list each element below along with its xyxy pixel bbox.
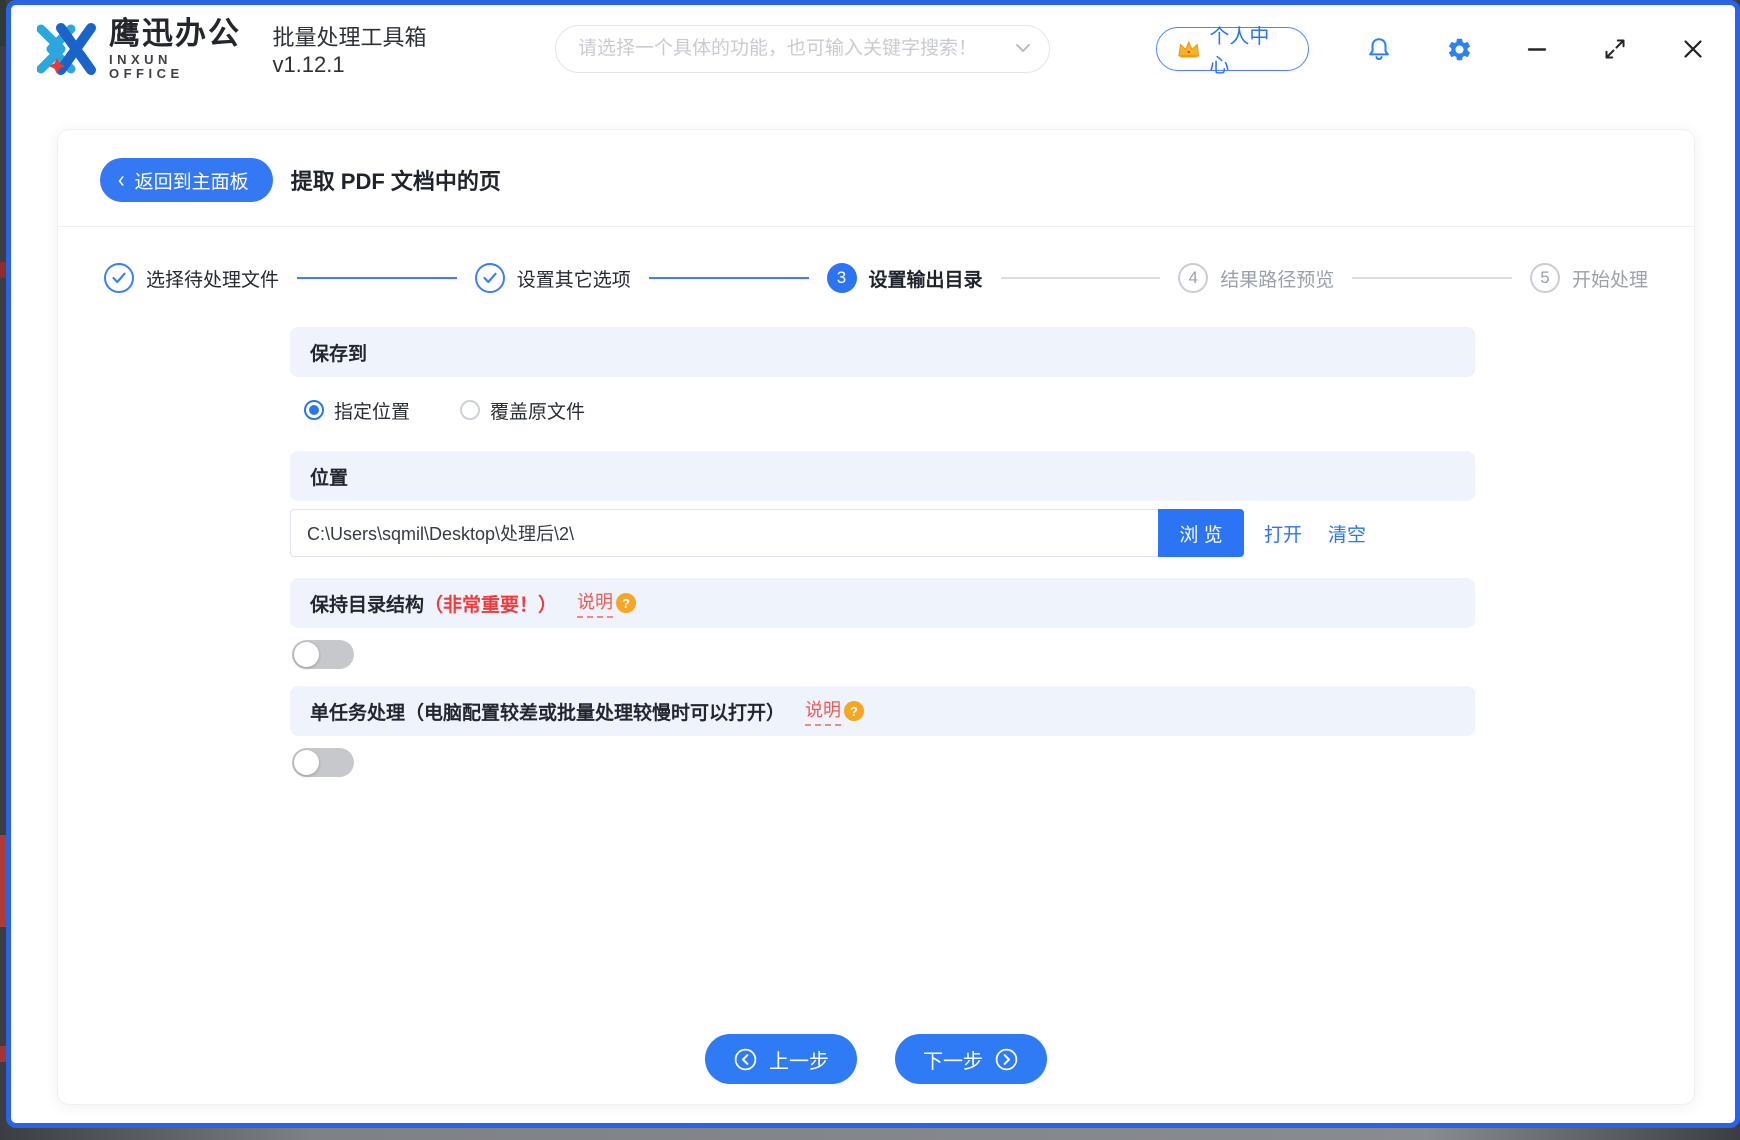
radio-overwrite-original-label: 覆盖原文件 bbox=[490, 401, 586, 423]
circle-arrow-right-icon bbox=[995, 1048, 1018, 1070]
gear-icon bbox=[1448, 38, 1470, 60]
previous-step-button[interactable]: 上一步 bbox=[705, 1034, 857, 1084]
keep-structure-section-header: 保持目录结构 （非常重要！） 说明 ? bbox=[290, 578, 1475, 628]
keep-structure-help[interactable]: 说明 ? bbox=[577, 588, 637, 618]
brand-name-cn: 鹰迅办公 bbox=[109, 15, 241, 51]
next-step-label: 下一步 bbox=[923, 1050, 983, 1073]
location-section-header: 位置 bbox=[290, 451, 1475, 501]
keep-structure-warning: （非常重要！） bbox=[424, 594, 558, 616]
single-task-section-header: 单任务处理（电脑配置较差或批量处理较慢时可以打开） 说明 ? bbox=[290, 686, 1475, 736]
save-to-header-label: 保存到 bbox=[310, 343, 368, 365]
page-title: 提取 PDF 文档中的页 bbox=[290, 169, 501, 194]
step-5-number: 5 bbox=[1530, 263, 1560, 293]
step-2-label: 设置其它选项 bbox=[516, 269, 631, 291]
back-button-label: 返回到主面板 bbox=[134, 171, 249, 193]
output-path-row: 浏 览 打开 清空 bbox=[290, 509, 1475, 557]
question-mark-icon[interactable]: ? bbox=[844, 701, 865, 721]
toggle-knob bbox=[294, 750, 319, 775]
step-connector bbox=[297, 277, 457, 279]
settings-button[interactable] bbox=[1445, 35, 1473, 63]
circle-arrow-left-icon bbox=[734, 1048, 757, 1070]
step-4-number: 4 bbox=[1178, 263, 1209, 293]
previous-step-label: 上一步 bbox=[769, 1050, 829, 1073]
panel-header: ‹ 返回到主面板 提取 PDF 文档中的页 bbox=[58, 130, 1694, 227]
function-search-box[interactable] bbox=[555, 25, 1050, 73]
user-center-button[interactable]: 个人中心 bbox=[1155, 26, 1309, 77]
top-bar: 鹰迅办公 INXUN OFFICE 批量处理工具箱 v1.12.1 个人中心 bbox=[11, 5, 1735, 93]
step-3-output-directory: 3 设置输出目录 bbox=[826, 263, 983, 293]
step-4-result-preview: 4 结果路径预览 bbox=[1178, 263, 1334, 293]
step-indicator: 选择待处理文件 设置其它选项 3 设置输出目录 4 结果路径预览 5 开始处理 bbox=[58, 227, 1694, 299]
single-task-toggle[interactable] bbox=[292, 748, 354, 777]
save-to-options: 指定位置 覆盖原文件 bbox=[304, 392, 1475, 428]
toggle-knob bbox=[294, 642, 319, 667]
notification-bell-button[interactable] bbox=[1365, 35, 1393, 63]
user-center-label: 个人中心 bbox=[1209, 26, 1270, 77]
output-path-input[interactable] bbox=[290, 509, 1158, 557]
step-5-start-processing: 5 开始处理 bbox=[1530, 263, 1648, 293]
maximize-icon bbox=[1605, 39, 1625, 59]
clear-path-link[interactable]: 清空 bbox=[1328, 520, 1366, 547]
crown-icon bbox=[1178, 40, 1199, 58]
single-task-help[interactable]: 说明 ? bbox=[805, 696, 865, 726]
step-connector bbox=[648, 277, 809, 279]
app-title: 批量处理工具箱 v1.12.1 bbox=[272, 25, 427, 77]
app-logo-icon bbox=[37, 23, 96, 75]
keep-structure-toggle[interactable] bbox=[292, 640, 354, 669]
function-search-input[interactable] bbox=[578, 38, 1005, 60]
browse-button[interactable]: 浏 览 bbox=[1158, 509, 1244, 557]
radio-specified-location-label: 指定位置 bbox=[334, 401, 411, 423]
back-to-dashboard-button[interactable]: ‹ 返回到主面板 bbox=[100, 158, 273, 202]
minimize-icon bbox=[1527, 48, 1547, 51]
step-2-check-icon bbox=[474, 263, 505, 293]
main-panel: ‹ 返回到主面板 提取 PDF 文档中的页 选择待处理文件 设置其它选项 3 设… bbox=[57, 129, 1695, 1105]
radio-overwrite-original[interactable]: 覆盖原文件 bbox=[460, 397, 585, 424]
step-3-label: 设置输出目录 bbox=[868, 269, 983, 291]
open-folder-link[interactable]: 打开 bbox=[1264, 520, 1302, 547]
maximize-button[interactable] bbox=[1601, 35, 1629, 63]
radio-unselected-icon[interactable] bbox=[460, 400, 481, 420]
step-2-other-options: 设置其它选项 bbox=[474, 263, 631, 293]
help-link-label[interactable]: 说明 bbox=[805, 696, 842, 726]
chevron-down-icon[interactable] bbox=[1015, 40, 1031, 58]
bell-icon bbox=[1369, 37, 1389, 60]
close-icon bbox=[1684, 40, 1702, 58]
app-window: 鹰迅办公 INXUN OFFICE 批量处理工具箱 v1.12.1 个人中心 bbox=[6, 0, 1740, 1128]
help-link-label[interactable]: 说明 bbox=[577, 588, 614, 618]
step-1-label: 选择待处理文件 bbox=[146, 269, 280, 291]
question-mark-icon[interactable]: ? bbox=[616, 593, 637, 613]
output-settings-form: 保存到 指定位置 覆盖原文件 位置 浏 览 打开 清空 bbox=[290, 327, 1475, 777]
step-connector bbox=[1352, 277, 1512, 279]
save-to-section-header: 保存到 bbox=[290, 327, 1475, 377]
wizard-footer: 上一步 下一步 bbox=[58, 1034, 1694, 1104]
minimize-button[interactable] bbox=[1523, 35, 1551, 63]
single-task-label: 单任务处理（电脑配置较差或批量处理较慢时可以打开） bbox=[310, 702, 786, 724]
step-4-label: 结果路径预览 bbox=[1220, 269, 1335, 291]
step-3-number: 3 bbox=[826, 263, 857, 293]
radio-specified-location[interactable]: 指定位置 bbox=[304, 397, 410, 424]
location-header-label: 位置 bbox=[310, 467, 349, 489]
brand-name: 鹰迅办公 INXUN OFFICE bbox=[109, 15, 252, 81]
step-1-check-icon bbox=[104, 263, 134, 293]
radio-selected-icon[interactable] bbox=[304, 400, 324, 420]
step-connector bbox=[1000, 277, 1161, 279]
step-5-label: 开始处理 bbox=[1572, 269, 1649, 291]
keep-structure-label: 保持目录结构 bbox=[310, 594, 425, 616]
step-1-select-files: 选择待处理文件 bbox=[104, 263, 279, 293]
close-button[interactable] bbox=[1679, 35, 1707, 63]
next-step-button[interactable]: 下一步 bbox=[895, 1034, 1047, 1084]
brand-name-en: INXUN OFFICE bbox=[109, 52, 184, 81]
chevron-left-icon: ‹ bbox=[118, 167, 125, 193]
